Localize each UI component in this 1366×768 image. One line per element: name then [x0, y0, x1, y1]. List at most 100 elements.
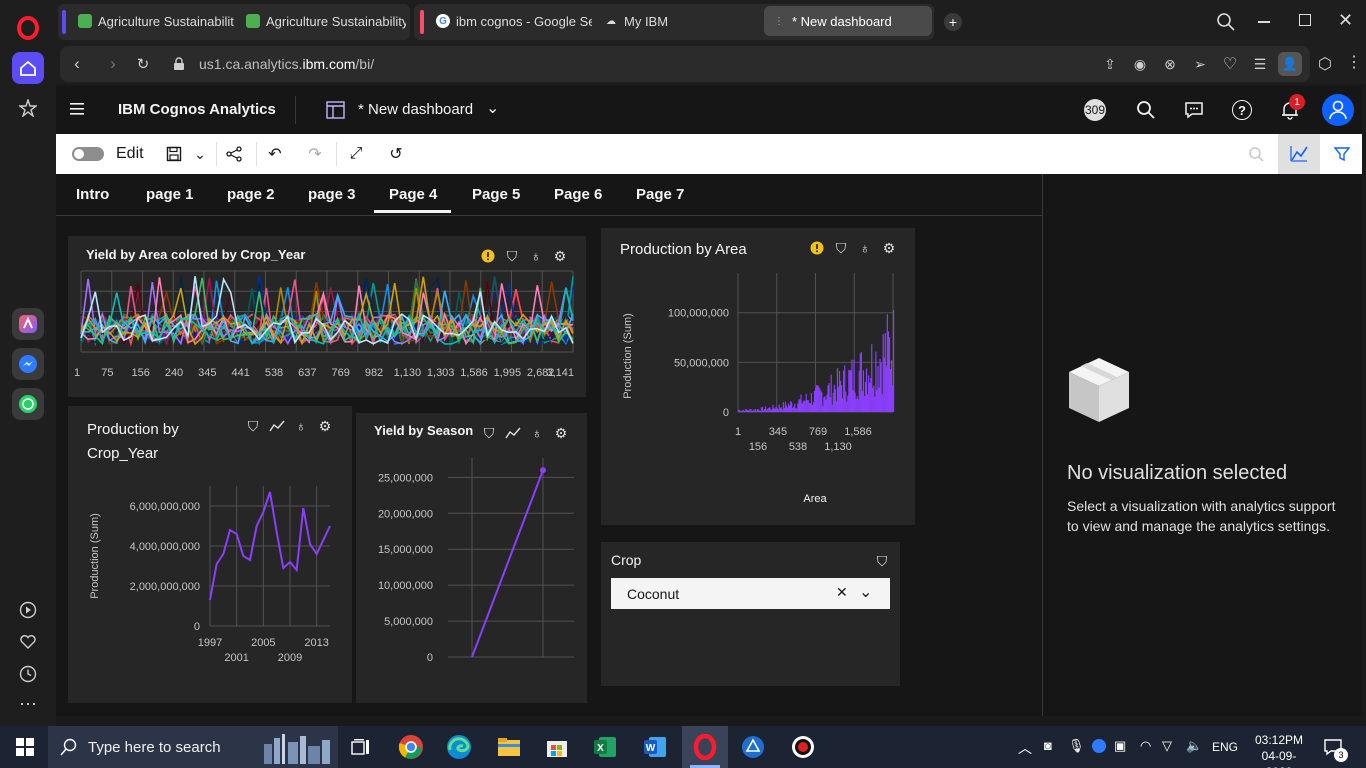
app-name[interactable]: IBM Cognos Analytics: [118, 101, 276, 118]
bookmark-heart-icon[interactable]: ♡: [1220, 46, 1240, 82]
insights-bulb-icon[interactable]: ♁: [292, 417, 310, 435]
camera-icon[interactable]: ◉: [1130, 46, 1150, 82]
file-explorer-icon[interactable]: [494, 732, 524, 762]
help-icon[interactable]: ?: [1232, 100, 1252, 120]
insights-bulb-icon[interactable]: ♁: [527, 247, 545, 265]
browser-tab-3[interactable]: G ibm cognos - Google Sea: [428, 6, 592, 36]
safe-exam-browser-icon[interactable]: [738, 732, 768, 762]
save-icon[interactable]: [162, 142, 186, 166]
insights-bulb-icon[interactable]: ♁: [856, 239, 874, 257]
tab-page-2[interactable]: page 2: [227, 186, 275, 203]
tray-display-icon[interactable]: ▣: [1114, 738, 1126, 754]
opera-taskbar-active[interactable]: [682, 726, 728, 768]
widget-yield-by-area[interactable]: Yield by Area colored by Crop_Year ⛉ ♁ ⚙…: [68, 236, 586, 397]
easy-setup-icon[interactable]: ☰: [1250, 46, 1270, 82]
send-icon[interactable]: ➢: [1190, 46, 1210, 82]
dashboard-name[interactable]: * New dashboard: [358, 101, 473, 118]
user-avatar-icon[interactable]: [1322, 94, 1354, 126]
browser-tab-1[interactable]: Agriculture Sustainability: [70, 6, 234, 36]
settings-gear-icon[interactable]: ⚙: [316, 417, 334, 435]
address-bar[interactable]: ‹ › ↻ us1.ca.analytics.ibm.com/bi/ ⇪ ◉ ⊗…: [60, 46, 1310, 82]
word-icon[interactable]: W: [640, 732, 670, 762]
microsoft-store-icon[interactable]: [542, 732, 572, 762]
menu-dots-icon[interactable]: ⋮: [1346, 52, 1362, 76]
tray-camera-icon[interactable]: ◙: [1044, 738, 1052, 753]
back-icon[interactable]: ‹: [68, 46, 86, 82]
filter-panel-icon[interactable]: [1330, 142, 1354, 166]
search-icon[interactable]: [1136, 100, 1156, 120]
history-icon[interactable]: [12, 658, 44, 690]
hamburger-menu-icon[interactable]: [70, 102, 86, 116]
share-icon[interactable]: ⇪: [1100, 46, 1120, 82]
browser-tab-2[interactable]: Agriculture Sustainability: [238, 6, 406, 36]
warning-icon[interactable]: [479, 247, 497, 265]
tab-page-1[interactable]: page 1: [146, 186, 194, 203]
tray-volume-icon[interactable]: 🔈: [1186, 738, 1202, 754]
widget-production-by-crop-year[interactable]: Production by Crop_Year ⛉ ♁ ⚙ Production…: [68, 406, 352, 703]
reload-icon[interactable]: ↻: [134, 46, 152, 82]
fullscreen-icon[interactable]: ⤢: [344, 142, 368, 166]
search-tabs-icon[interactable]: [1216, 12, 1236, 32]
clock[interactable]: 03:12PM 04-09-2023: [1250, 732, 1308, 768]
chart-type-icon[interactable]: [268, 417, 286, 435]
settings-gear-icon[interactable]: ⚙: [551, 247, 569, 265]
save-menu-chevron-icon[interactable]: ⌄: [188, 142, 212, 166]
tray-app-icon[interactable]: [1092, 739, 1106, 753]
edge-icon[interactable]: [444, 732, 474, 762]
settings-gear-icon[interactable]: ⚙: [880, 239, 898, 257]
aria-icon[interactable]: [12, 308, 44, 340]
more-icon[interactable]: ⋯: [12, 688, 44, 720]
undo-icon[interactable]: ↶: [263, 142, 287, 166]
tab-page-4[interactable]: Page 4: [389, 186, 437, 203]
filter-icon[interactable]: ⛉: [873, 552, 891, 570]
tray-chevron-up-icon[interactable]: ︿: [1018, 738, 1032, 758]
minimize-button[interactable]: [1258, 21, 1270, 23]
messenger-icon[interactable]: [12, 348, 44, 380]
chevron-down-icon[interactable]: ⌄: [859, 582, 872, 602]
clear-selection-icon[interactable]: ✕: [836, 584, 848, 601]
crop-select[interactable]: Coconut ✕ ⌄: [611, 578, 890, 609]
reset-icon[interactable]: ↺: [384, 142, 408, 166]
chat-icon[interactable]: [1184, 100, 1204, 120]
warning-icon[interactable]: [808, 239, 826, 257]
filter-icon[interactable]: ⛉: [503, 247, 521, 265]
analytics-panel-button[interactable]: [1278, 134, 1320, 174]
redo-icon[interactable]: ↷: [303, 142, 327, 166]
tray-mic-icon[interactable]: 🎙: [1068, 738, 1085, 754]
url-text[interactable]: us1.ca.analytics.ibm.com/bi/: [199, 56, 374, 72]
insights-bulb-icon[interactable]: ♁: [528, 424, 546, 442]
widget-yield-by-season[interactable]: Yield by Season ⛉ ♁ ⚙ 25,000,000 20,000,0…: [356, 413, 587, 703]
chevron-down-icon[interactable]: ⌄: [486, 98, 499, 118]
tab-page-5[interactable]: Page 5: [472, 186, 520, 203]
close-window-button[interactable]: ✕: [1338, 10, 1353, 31]
tab-page-7[interactable]: Page 7: [636, 186, 684, 203]
windows-start-icon[interactable]: [10, 732, 40, 762]
zoom-icon[interactable]: [1244, 142, 1268, 166]
browser-tab-4[interactable]: ☁ My IBM: [596, 6, 756, 36]
screen-recorder-icon[interactable]: [788, 732, 818, 762]
tab-page-3[interactable]: page 3: [308, 186, 356, 203]
widget-production-by-area[interactable]: Production by Area ⛉ ♁ ⚙ Production (Sum…: [601, 228, 915, 525]
edit-toggle[interactable]: [72, 147, 104, 161]
opera-logo-icon[interactable]: [12, 12, 44, 44]
browser-tab-5-active[interactable]: ⋮ * New dashboard: [764, 6, 932, 36]
extensions-icon[interactable]: ⬡: [1318, 54, 1338, 74]
filter-icon[interactable]: ⛉: [832, 239, 850, 257]
tray-network-icon[interactable]: ▽: [1162, 738, 1172, 754]
adblock-icon[interactable]: ⊗: [1160, 46, 1180, 82]
tab-page-6[interactable]: Page 6: [554, 186, 602, 203]
player-icon[interactable]: [12, 594, 44, 626]
settings-gear-icon[interactable]: ⚙: [552, 424, 570, 442]
tray-wifi-icon[interactable]: ◠: [1140, 738, 1151, 754]
heart-icon[interactable]: [12, 626, 44, 658]
forward-icon[interactable]: ›: [104, 46, 122, 82]
whatsapp-icon[interactable]: [12, 388, 44, 420]
filter-icon[interactable]: ⛉: [244, 417, 262, 435]
language-indicator[interactable]: ENG: [1212, 740, 1238, 754]
count-badge[interactable]: 309: [1084, 99, 1106, 121]
chrome-icon[interactable]: [396, 732, 426, 762]
profile-icon[interactable]: 👤: [1278, 52, 1302, 76]
home-icon[interactable]: [12, 52, 44, 84]
taskbar-search-box[interactable]: Type here to search: [48, 726, 338, 768]
chart-type-icon[interactable]: [504, 424, 522, 442]
